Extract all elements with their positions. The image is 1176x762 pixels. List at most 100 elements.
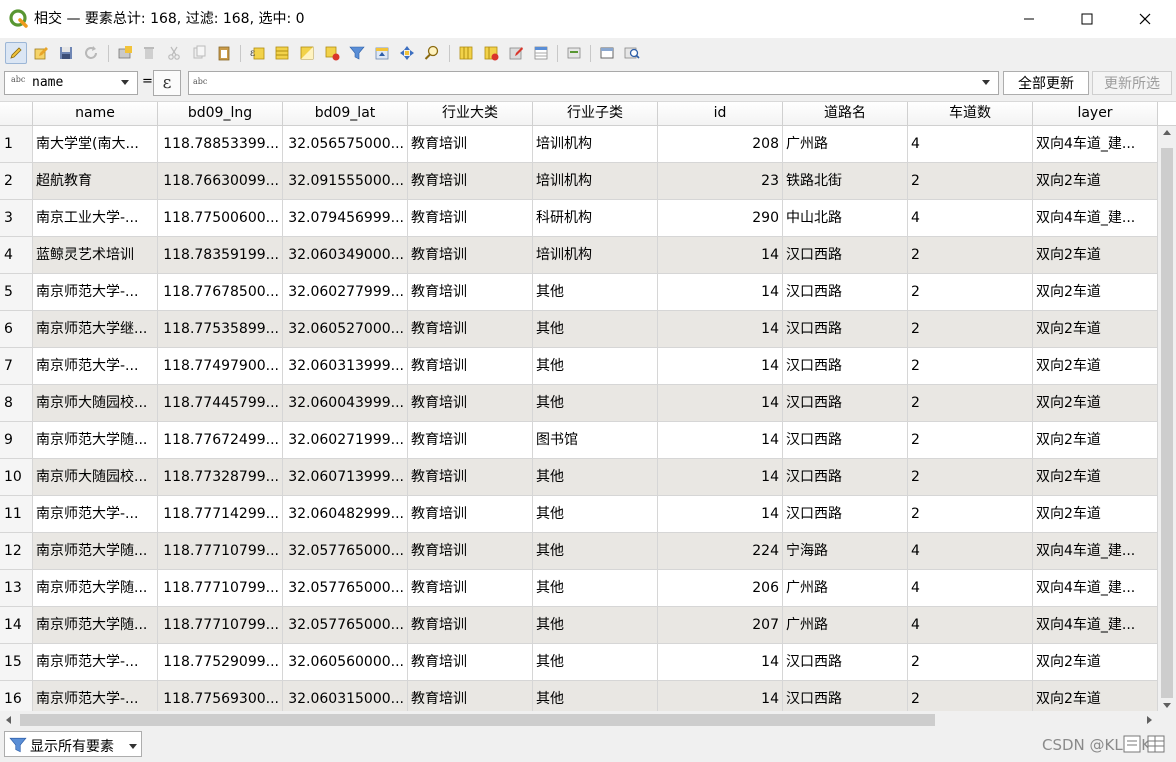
table-cell-bd09-lat[interactable]: 32.060527000... xyxy=(283,311,408,348)
table-row[interactable]: 14 南京师范大学随... 118.77710799... 32.057765000.… xyxy=(0,607,1158,644)
table-cell-minor-category[interactable]: 图书馆 xyxy=(533,422,658,459)
minimize-button[interactable] xyxy=(1000,0,1058,38)
table-cell-bd09-lat[interactable]: 32.060560000... xyxy=(283,644,408,681)
table-cell-road-name[interactable]: 广州路 xyxy=(783,126,908,163)
table-cell-major-category[interactable]: 教育培训 xyxy=(408,163,533,200)
table-cell-layer[interactable]: 双向2车道 xyxy=(1033,348,1158,385)
table-cell-bd09-lng[interactable]: 118.77710799... xyxy=(158,533,283,570)
filter-select-button[interactable] xyxy=(346,42,368,64)
table-cell-layer[interactable]: 双向4车道_建... xyxy=(1033,570,1158,607)
vertical-scroll-thumb[interactable] xyxy=(1161,148,1173,698)
vertical-scrollbar[interactable] xyxy=(1158,126,1176,712)
table-cell-id[interactable]: 206 xyxy=(658,570,783,607)
table-cell-road-name[interactable]: 汉口西路 xyxy=(783,311,908,348)
table-row[interactable]: 11 南京师范大学-... 118.77714299... 32.060482999.… xyxy=(0,496,1158,533)
table-cell-lane-count[interactable]: 4 xyxy=(908,126,1033,163)
paste-button[interactable] xyxy=(213,42,235,64)
table-cell-road-name[interactable]: 汉口西路 xyxy=(783,348,908,385)
table-cell-name[interactable]: 南大学堂(南大... xyxy=(33,126,158,163)
table-cell-name[interactable]: 南京师范大学-... xyxy=(33,274,158,311)
table-cell-bd09-lng[interactable]: 118.77445799... xyxy=(158,385,283,422)
table-cell-bd09-lat[interactable]: 32.060713999... xyxy=(283,459,408,496)
table-cell-bd09-lat[interactable]: 32.057765000... xyxy=(283,533,408,570)
table-cell-layer[interactable]: 双向2车道 xyxy=(1033,459,1158,496)
dock-button[interactable] xyxy=(596,42,618,64)
row-header[interactable]: 7 xyxy=(0,348,33,385)
scroll-right-icon[interactable] xyxy=(1147,716,1152,724)
table-cell-layer[interactable]: 双向2车道 xyxy=(1033,163,1158,200)
save-edits-button[interactable] xyxy=(55,42,77,64)
table-row[interactable]: 6 南京师范大学继... 118.77535899... 32.060527000..… xyxy=(0,311,1158,348)
table-cell-lane-count[interactable]: 4 xyxy=(908,607,1033,644)
table-cell-lane-count[interactable]: 2 xyxy=(908,237,1033,274)
table-cell-name[interactable]: 超航教育 xyxy=(33,163,158,200)
table-cell-lane-count[interactable]: 2 xyxy=(908,644,1033,681)
table-cell-id[interactable]: 14 xyxy=(658,422,783,459)
header-corner[interactable] xyxy=(0,102,33,125)
table-cell-id[interactable]: 207 xyxy=(658,607,783,644)
table-cell-minor-category[interactable]: 其他 xyxy=(533,496,658,533)
zoom-map-button[interactable] xyxy=(621,42,643,64)
table-cell-bd09-lat[interactable]: 32.060271999... xyxy=(283,422,408,459)
table-cell-name[interactable]: 南京师范大学-... xyxy=(33,348,158,385)
table-row[interactable]: 15 南京师范大学-... 118.77529099... 32.060560000.… xyxy=(0,644,1158,681)
table-cell-name[interactable]: 南京师范大学随... xyxy=(33,422,158,459)
table-cell-minor-category[interactable]: 培训机构 xyxy=(533,126,658,163)
table-cell-layer[interactable]: 双向4车道_建... xyxy=(1033,126,1158,163)
table-cell-bd09-lng[interactable]: 118.77529099... xyxy=(158,644,283,681)
table-cell-id[interactable]: 14 xyxy=(658,644,783,681)
form-view-icon[interactable] xyxy=(1122,734,1142,754)
cut-button[interactable] xyxy=(163,42,185,64)
table-cell-id[interactable]: 14 xyxy=(658,348,783,385)
table-cell-road-name[interactable]: 广州路 xyxy=(783,570,908,607)
multi-edit-button[interactable] xyxy=(30,42,52,64)
table-cell-road-name[interactable]: 汉口西路 xyxy=(783,385,908,422)
close-button[interactable] xyxy=(1116,0,1174,38)
table-cell-layer[interactable]: 双向2车道 xyxy=(1033,311,1158,348)
table-cell-id[interactable]: 14 xyxy=(658,237,783,274)
toggle-edit-button[interactable] xyxy=(5,42,27,64)
table-cell-layer[interactable]: 双向4车道_建... xyxy=(1033,200,1158,237)
table-cell-road-name[interactable]: 汉口西路 xyxy=(783,237,908,274)
actions-button[interactable] xyxy=(563,42,585,64)
table-cell-minor-category[interactable]: 其他 xyxy=(533,607,658,644)
horizontal-scroll-thumb[interactable] xyxy=(20,714,935,726)
table-cell-major-category[interactable]: 教育培训 xyxy=(408,237,533,274)
table-cell-minor-category[interactable]: 其他 xyxy=(533,274,658,311)
table-cell-major-category[interactable]: 教育培训 xyxy=(408,570,533,607)
table-cell-major-category[interactable]: 教育培训 xyxy=(408,496,533,533)
table-cell-bd09-lng[interactable]: 118.77672499... xyxy=(158,422,283,459)
update-value-input[interactable]: abc xyxy=(188,71,999,95)
reload-button[interactable] xyxy=(80,42,102,64)
pan-to-selection-button[interactable] xyxy=(396,42,418,64)
table-cell-bd09-lat[interactable]: 32.091555000... xyxy=(283,163,408,200)
table-cell-name[interactable]: 南京工业大学-... xyxy=(33,200,158,237)
header-col-layer[interactable]: layer xyxy=(1033,102,1158,125)
table-cell-bd09-lng[interactable]: 118.77500600... xyxy=(158,200,283,237)
table-cell-minor-category[interactable]: 其他 xyxy=(533,570,658,607)
header-col-bd09-lng[interactable]: bd09_lng xyxy=(158,102,283,125)
header-col-name[interactable]: name xyxy=(33,102,158,125)
table-cell-bd09-lat[interactable]: 32.057765000... xyxy=(283,570,408,607)
table-cell-bd09-lng[interactable]: 118.77678500... xyxy=(158,274,283,311)
table-cell-road-name[interactable]: 宁海路 xyxy=(783,533,908,570)
copy-button[interactable] xyxy=(188,42,210,64)
table-cell-id[interactable]: 290 xyxy=(658,200,783,237)
table-cell-name[interactable]: 南京师大随园校... xyxy=(33,459,158,496)
conditional-format-button[interactable] xyxy=(530,42,552,64)
table-cell-id[interactable]: 14 xyxy=(658,459,783,496)
table-cell-major-category[interactable]: 教育培训 xyxy=(408,200,533,237)
table-cell-id[interactable]: 23 xyxy=(658,163,783,200)
row-header[interactable]: 2 xyxy=(0,163,33,200)
header-col-bd09-lat[interactable]: bd09_lat xyxy=(283,102,408,125)
table-cell-layer[interactable]: 双向2车道 xyxy=(1033,422,1158,459)
table-cell-name[interactable]: 南京师范大学-... xyxy=(33,644,158,681)
table-cell-minor-category[interactable]: 培训机构 xyxy=(533,237,658,274)
table-row[interactable]: 1 南大学堂(南大... 118.78853399... 32.056575000..… xyxy=(0,126,1158,163)
table-view-icon[interactable] xyxy=(1146,734,1166,754)
update-all-button[interactable]: 全部更新 xyxy=(1003,71,1089,95)
table-cell-bd09-lat[interactable]: 32.060349000... xyxy=(283,237,408,274)
table-cell-minor-category[interactable]: 其他 xyxy=(533,459,658,496)
table-cell-layer[interactable]: 双向2车道 xyxy=(1033,237,1158,274)
field-select[interactable]: abc name xyxy=(4,71,138,95)
